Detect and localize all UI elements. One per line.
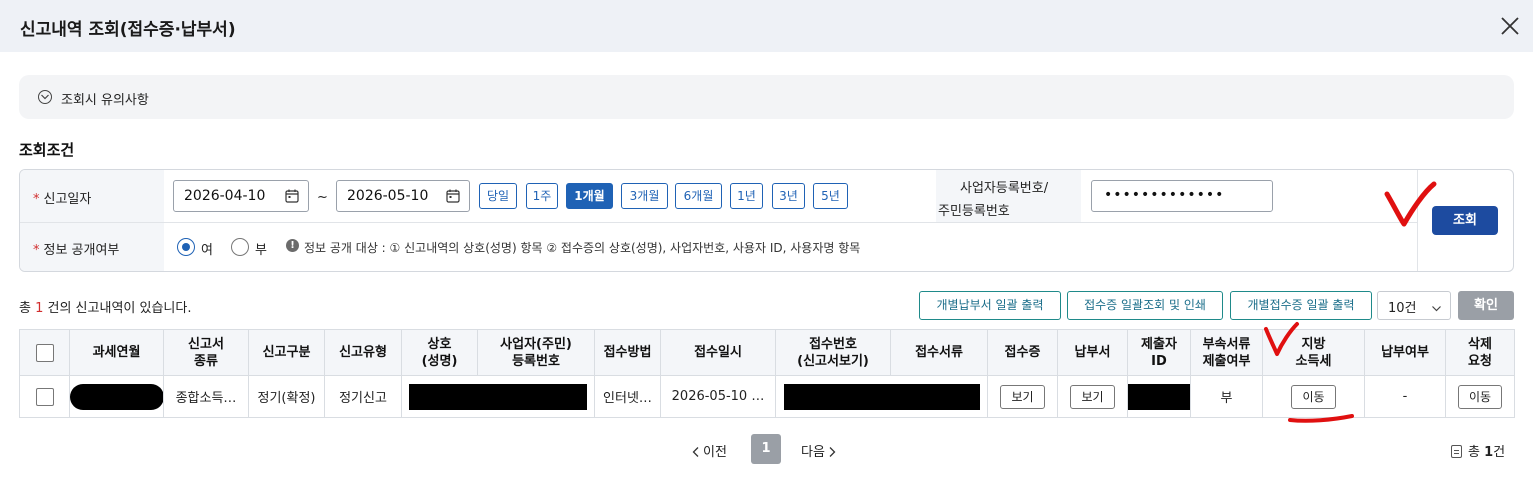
radio-no-label: 부 [255, 243, 267, 258]
header-receipt: 접수증 [987, 329, 1058, 376]
cell-attachment-submitted: 부 [1190, 375, 1263, 418]
cell-tax-bill: 보기 [1057, 375, 1128, 418]
notice-accordion[interactable]: 조회시 유의사항 [19, 75, 1514, 119]
header-report-kind: 신고서 종류 [163, 329, 249, 376]
radio-yes-label: 여 [201, 243, 213, 258]
id-label-line1: 사업자등록번호/ [960, 181, 1049, 196]
redacted-block [409, 383, 587, 410]
dialog-title: 신고내역 조회(접수증·납부서) [20, 20, 236, 40]
tax-bill-view-button[interactable]: 보기 [1070, 384, 1115, 409]
redacted-block [1128, 383, 1190, 410]
header-registration-number: 사업자(주민) 등록번호 [477, 329, 595, 376]
cell-receipt-datetime: 2026-05-10 … [660, 375, 776, 418]
cell-tax-period [69, 375, 164, 418]
redacted-block [70, 383, 163, 410]
notice-label: 조회시 유의사항 [61, 93, 149, 108]
pagination-prev[interactable]: 이전 [692, 441, 727, 460]
local-income-tax-move-button[interactable]: 이동 [1291, 384, 1336, 409]
header-submitter-id: 제출자 ID [1127, 329, 1191, 376]
header-receipt-method: 접수방법 [594, 329, 661, 376]
end-date-input[interactable]: 2026-05-10 [336, 180, 470, 212]
divider [20, 222, 1417, 223]
id-label-line2: 주민등록번호 [938, 204, 1010, 219]
header-tax-period: 과세연월 [69, 329, 164, 376]
cell-receipt-method: 인터넷… [594, 375, 661, 418]
period-button-3year[interactable]: 3년 [772, 183, 805, 209]
annotation-checkmark [1264, 322, 1299, 356]
cell-report-class: 정기(확정) [248, 375, 325, 418]
period-button-1week[interactable]: 1주 [526, 183, 558, 209]
period-button-1month[interactable]: 1개월 [566, 183, 613, 209]
date-separator: ~ [317, 190, 328, 205]
receipt-bulk-print-button[interactable]: 접수증 일괄조회 및 인쇄 [1067, 291, 1223, 320]
annotation-checkmark [1384, 181, 1437, 227]
cell-receipt-number-and-documents [775, 375, 988, 418]
cell-business-name-and-number [401, 375, 595, 418]
redacted-block [783, 383, 980, 410]
cell-select [19, 375, 70, 418]
period-button-5year[interactable]: 5년 [813, 183, 848, 209]
header-receipt-number: 접수번호 (신고서보기) [775, 329, 891, 376]
result-count-text: 총 1 건의 신고내역이 있습니다. [19, 301, 192, 316]
start-date-input[interactable]: 2026-04-10 [173, 180, 309, 212]
header-select-all [19, 329, 70, 376]
bulk-tax-bill-print-button[interactable]: 개별납부서 일괄 출력 [919, 291, 1061, 320]
period-button-today[interactable]: 당일 [479, 183, 517, 209]
close-icon[interactable] [1498, 14, 1522, 38]
header-tax-bill: 납부서 [1057, 329, 1128, 376]
annotation-underline [1288, 414, 1354, 423]
total-count: 총 1건 [1451, 441, 1505, 460]
calendar-icon[interactable] [285, 189, 299, 207]
header-delete-request: 삭제 요청 [1445, 329, 1515, 376]
disclosure-label: * 정보 공개여부 [33, 243, 120, 258]
report-date-label: * 신고일자 [33, 192, 92, 207]
pagination-page-1[interactable]: 1 [751, 434, 781, 464]
header-receipt-documents: 접수서류 [890, 329, 988, 376]
radio-disclosure-no[interactable] [231, 238, 249, 256]
header-report-type: 신고유형 [324, 329, 402, 376]
chevron-left-icon [692, 447, 699, 457]
header-receipt-datetime: 접수일시 [660, 329, 776, 376]
calendar-icon[interactable] [446, 189, 460, 207]
pagination-next[interactable]: 다음 [801, 441, 836, 460]
period-button-3month[interactable]: 3개월 [621, 183, 668, 209]
period-button-6month[interactable]: 6개월 [675, 183, 722, 209]
bulk-receipt-print-button[interactable]: 개별접수증 일괄 출력 [1230, 291, 1372, 320]
header-payment-status: 납부여부 [1364, 329, 1446, 376]
header-attachment-submitted: 부속서류 제출여부 [1190, 329, 1263, 376]
period-button-1year[interactable]: 1년 [730, 183, 763, 209]
confirm-button[interactable]: 확인 [1458, 291, 1514, 320]
cell-receipt: 보기 [987, 375, 1058, 418]
row-checkbox[interactable] [35, 387, 54, 406]
delete-request-move-button[interactable]: 이동 [1457, 384, 1503, 409]
header-report-class: 신고구분 [248, 329, 325, 376]
radio-disclosure-yes[interactable] [177, 238, 195, 256]
cell-report-type: 정기신고 [324, 375, 402, 418]
chevron-circle-icon [38, 90, 52, 104]
receipt-view-button[interactable]: 보기 [1000, 384, 1045, 409]
dialog-header: 신고내역 조회(접수증·납부서) [0, 0, 1533, 52]
page-size-select[interactable]: 10건 [1377, 291, 1451, 320]
document-icon [1451, 445, 1462, 458]
disclosure-note: 정보 공개 대상 : ① 신고내역의 상호(성명) 항목 ② 접수증의 상호(성… [304, 241, 861, 255]
info-icon: ! [286, 239, 299, 252]
cell-payment-status: - [1364, 375, 1446, 418]
header-business-name: 상호 (성명) [401, 329, 478, 376]
cell-submitter-id [1127, 375, 1191, 418]
id-number-input[interactable]: ••••••••••••• [1091, 180, 1273, 212]
chevron-down-icon [1432, 301, 1441, 316]
cell-report-kind: 종합소득… [163, 375, 249, 418]
chevron-right-icon [829, 447, 836, 457]
section-title: 조회조건 [19, 141, 75, 159]
cell-delete-request: 이동 [1445, 375, 1515, 418]
select-all-checkbox[interactable] [35, 343, 54, 362]
